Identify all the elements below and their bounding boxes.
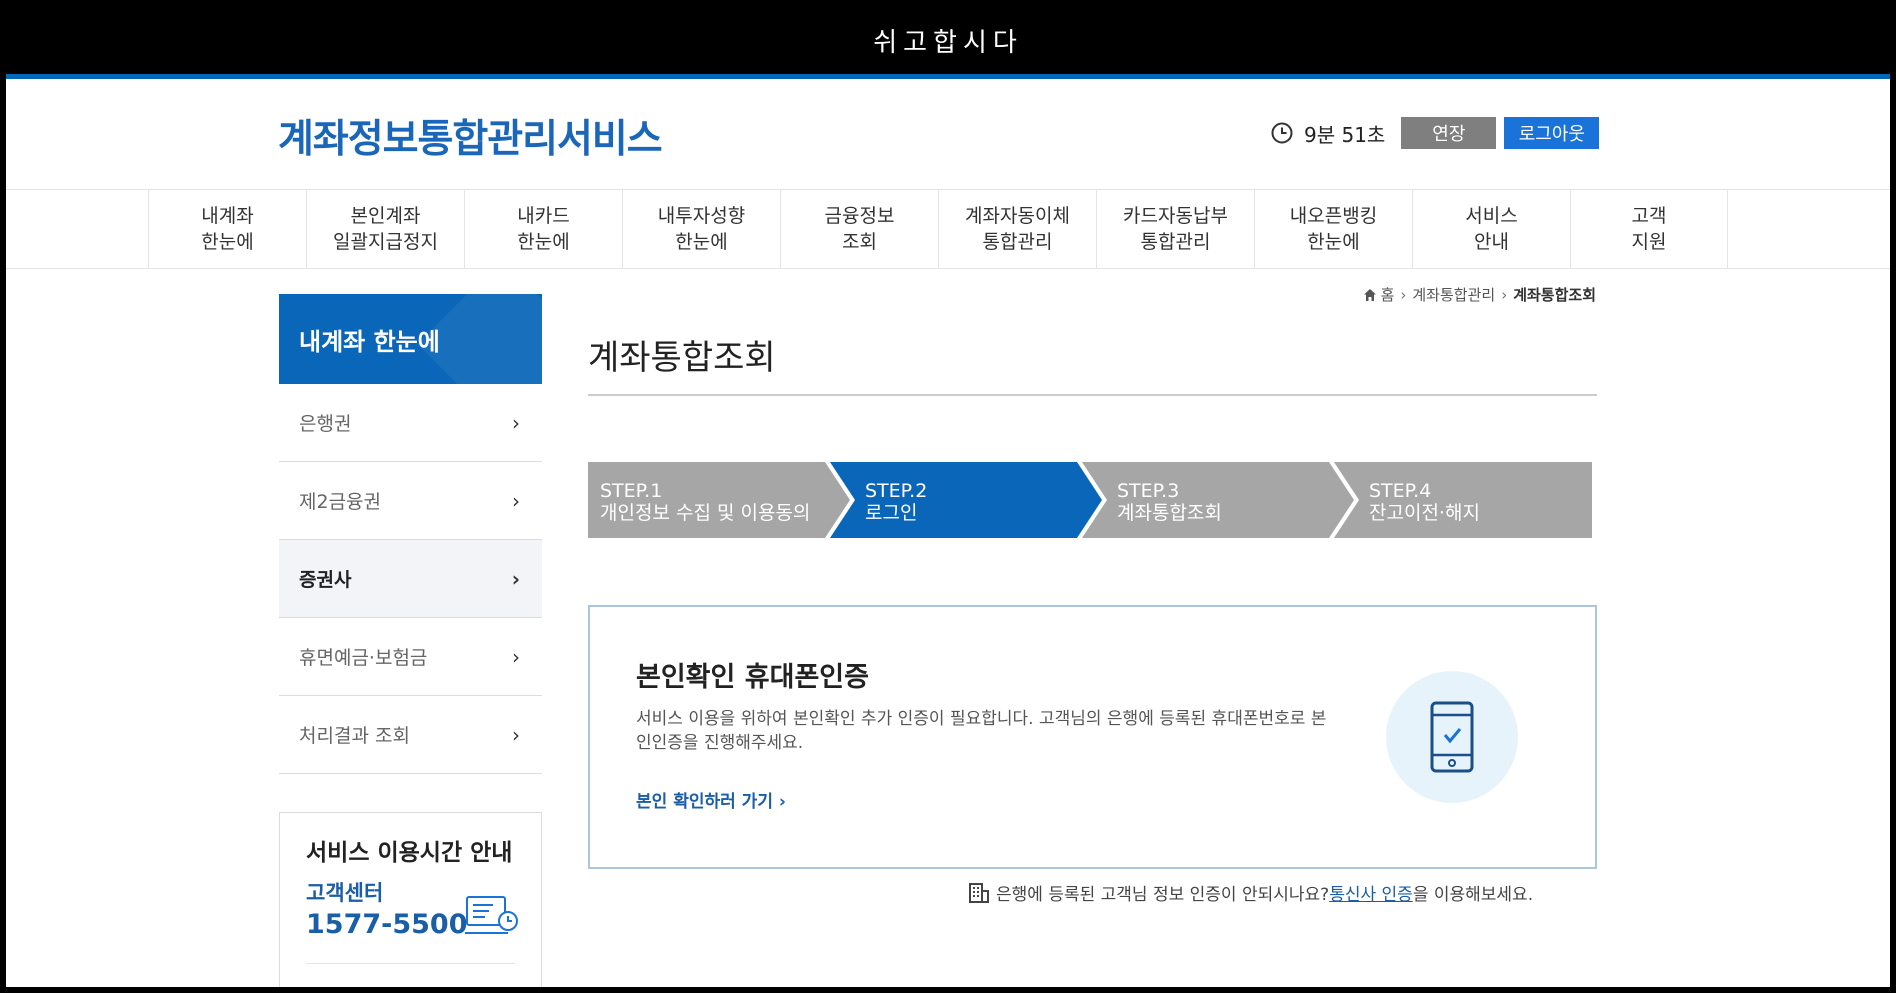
breadcrumb-separator-icon: › xyxy=(1400,285,1407,304)
step-2: STEP.2 로그인 xyxy=(865,480,927,524)
breadcrumb-home[interactable]: 홈 xyxy=(1381,284,1395,305)
sidebar-item-label: 제2금융권 xyxy=(299,491,382,513)
gnb-item-account-suspend[interactable]: 본인계좌 일괄지급정지 xyxy=(306,190,464,268)
step-2-number: STEP.2 xyxy=(865,480,928,502)
browser-viewport: 계좌정보통합관리서비스 9분 51초 연장 로그아웃 내계좌 한눈에 본인계좌 … xyxy=(6,74,1890,987)
chevron-right-icon: › xyxy=(512,644,520,669)
breadcrumb-level1[interactable]: 계좌통합관리 xyxy=(1412,284,1495,305)
chevron-right-icon: › xyxy=(512,488,520,513)
go-verify-link[interactable]: 본인 확인하러 가기 › xyxy=(636,787,786,812)
site-logo[interactable]: 계좌정보통합관리서비스 xyxy=(278,108,663,164)
sidebar-item-results[interactable]: 처리결과 조회 › xyxy=(279,696,542,774)
gnb-item-open-banking[interactable]: 내오픈뱅킹 한눈에 xyxy=(1254,190,1412,268)
step-indicator: STEP.1 개인정보 수집 및 이용동의 STEP.2 로그인 STEP.3 … xyxy=(588,462,1597,538)
verification-title: 본인확인 휴대폰인증 xyxy=(636,662,869,693)
gnb-item-investment-profile[interactable]: 내투자성향 한눈에 xyxy=(622,190,780,268)
gnb-item-financial-info[interactable]: 금융정보 조회 xyxy=(780,190,938,268)
sidebar-item-dormant-deposits[interactable]: 휴면예금·보험금 › xyxy=(279,618,542,696)
sidebar-item-label: 증권사 xyxy=(299,569,352,591)
service-hours-box: 서비스 이용시간 안내 고객센터 1577-5500 xyxy=(279,812,542,987)
step-1-label: 개인정보 수집 및 이용동의 xyxy=(600,502,811,524)
sidebar-item-label: 은행권 xyxy=(299,413,352,435)
carrier-auth-link[interactable]: 통신사 인증 xyxy=(1329,880,1413,905)
service-hours-title: 서비스 이용시간 안내 xyxy=(306,840,513,866)
gnb-item-my-cards[interactable]: 내카드 한눈에 xyxy=(464,190,622,268)
sidebar-item-label: 처리결과 조회 xyxy=(299,725,410,747)
service-hours-icon xyxy=(465,896,518,934)
title-divider xyxy=(588,394,1597,396)
breadcrumb-separator-icon: › xyxy=(1501,285,1508,304)
global-nav: 내계좌 한눈에 본인계좌 일괄지급정지 내카드 한눈에 내투자성향 한눈에 금융… xyxy=(6,189,1890,269)
chevron-right-icon: › xyxy=(512,410,520,435)
notice-text-before: 은행에 등록된 고객님 정보 인증이 안되시나요? xyxy=(996,885,1330,905)
accent-line xyxy=(6,74,1890,79)
session-panel: 9분 51초 연장 로그아웃 xyxy=(1270,117,1600,149)
extend-session-button[interactable]: 연장 xyxy=(1401,117,1497,149)
sidebar-item-bank[interactable]: 은행권 › xyxy=(279,384,542,462)
phone-verification-box: 본인확인 휴대폰인증 서비스 이용을 위하여 본인확인 추가 인증이 필요합니다… xyxy=(588,605,1597,869)
breadcrumb: 홈 › 계좌통합관리 › 계좌통합조회 xyxy=(1316,284,1596,305)
sidebar-title: 내계좌 한눈에 xyxy=(279,294,542,384)
sidebar-item-secondary-finance[interactable]: 제2금융권 › xyxy=(279,462,542,540)
step-4: STEP.4 잔고이전·해지 xyxy=(1369,480,1480,524)
carrier-auth-notice: 은행에 등록된 고객님 정보 인증이 안되시나요? 통신사 인증 을 이용해보세… xyxy=(968,880,1533,905)
notice-text-after: 을 이용해보세요. xyxy=(1412,885,1534,905)
chevron-right-icon: › xyxy=(512,722,520,747)
sidebar-item-securities[interactable]: 증권사 › xyxy=(279,540,542,618)
service-box-divider xyxy=(306,963,515,964)
step-1-number: STEP.1 xyxy=(600,480,663,502)
verification-description: 서비스 이용을 위하여 본인확인 추가 인증이 필요합니다. 고객님의 은행에 … xyxy=(636,709,1327,753)
gnb-item-card-autopay[interactable]: 카드자동납부 통합관리 xyxy=(1096,190,1254,268)
chevron-right-icon: › xyxy=(511,566,520,591)
session-timer: 9분 51초 xyxy=(1304,122,1386,147)
gnb-item-my-accounts[interactable]: 내계좌 한눈에 xyxy=(148,190,306,268)
home-icon[interactable] xyxy=(1363,288,1377,302)
clock-icon xyxy=(1271,122,1293,144)
step-4-number: STEP.4 xyxy=(1369,480,1432,502)
gnb-item-customer-support[interactable]: 고객 지원 xyxy=(1570,190,1728,268)
window-title: 쉬고합시다 xyxy=(873,28,1023,58)
step-3-number: STEP.3 xyxy=(1117,480,1180,502)
step-3-label: 계좌통합조회 xyxy=(1117,502,1222,524)
step-1: STEP.1 개인정보 수집 및 이용동의 xyxy=(600,480,810,524)
sidebar-item-label: 휴면예금·보험금 xyxy=(299,647,428,669)
breadcrumb-current: 계좌통합조회 xyxy=(1513,286,1596,304)
page-title: 계좌통합조회 xyxy=(588,338,776,378)
building-icon xyxy=(969,882,989,903)
mobile-phone-icon xyxy=(1430,701,1474,773)
step-2-label: 로그인 xyxy=(865,502,918,524)
gnb-item-auto-transfer[interactable]: 계좌자동이체 통합관리 xyxy=(938,190,1096,268)
logout-button[interactable]: 로그아웃 xyxy=(1504,117,1600,149)
step-3: STEP.3 계좌통합조회 xyxy=(1117,480,1222,524)
step-4-label: 잔고이전·해지 xyxy=(1369,502,1480,524)
sidebar-title-pattern xyxy=(417,294,542,384)
gnb-item-service-guide[interactable]: 서비스 안내 xyxy=(1412,190,1570,268)
window-titlebar: 쉬고합시다 xyxy=(0,0,1896,74)
phone-illustration xyxy=(1386,671,1518,803)
